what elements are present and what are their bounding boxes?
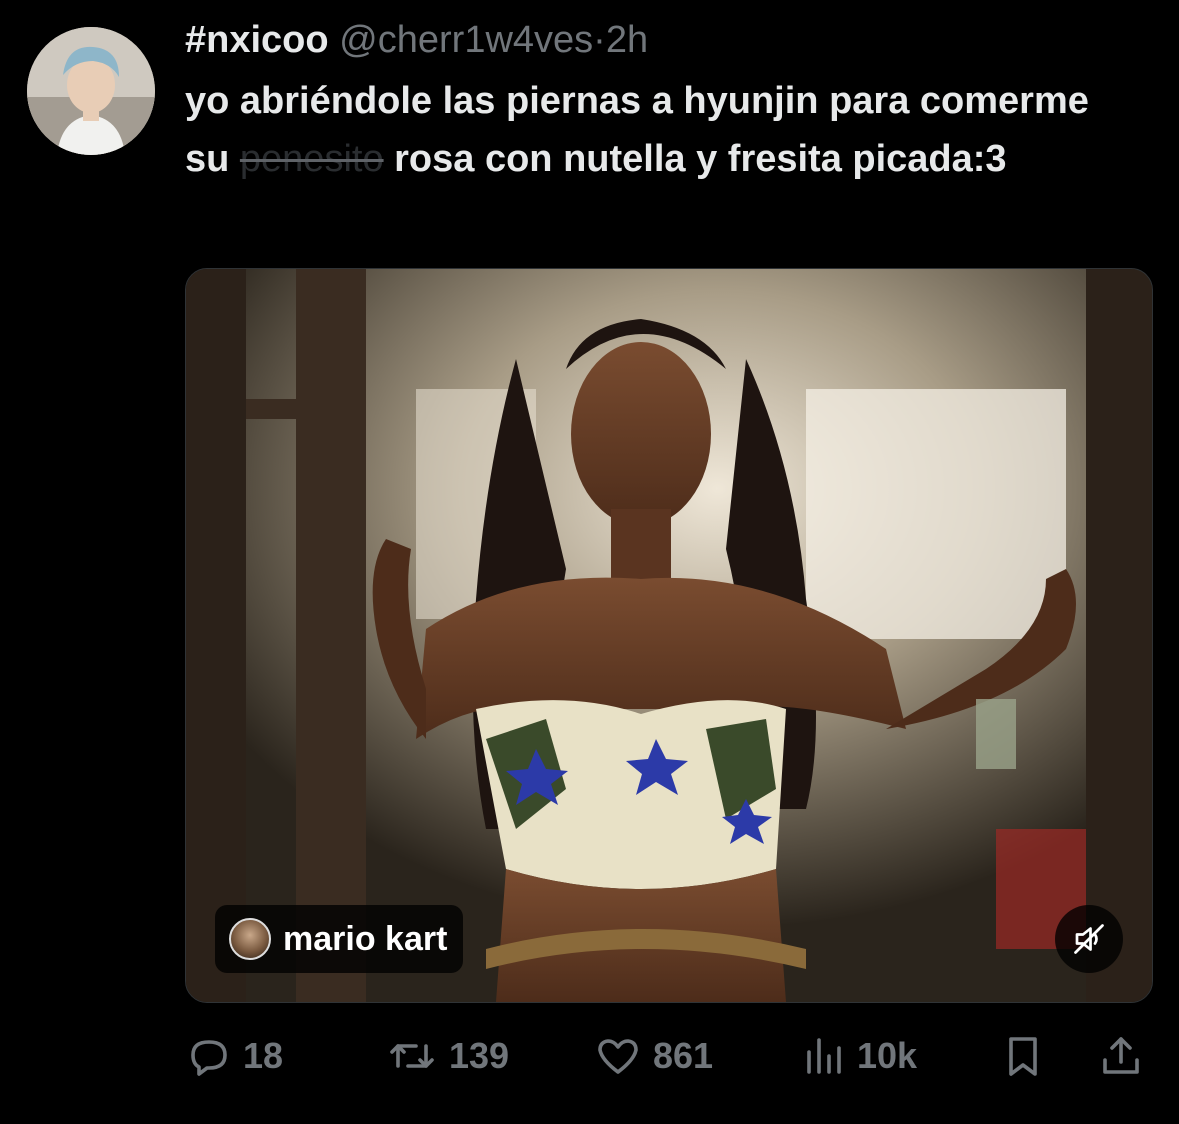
- reply-action[interactable]: 18: [185, 1028, 283, 1084]
- like-action[interactable]: 861: [593, 1028, 713, 1084]
- tweet: #nxicoo @cherr1w4ves·2h yo abriéndole la…: [0, 0, 1179, 1124]
- avatar-image: [27, 27, 155, 155]
- video-frame: [186, 269, 1152, 1002]
- reply-icon: [191, 1040, 227, 1076]
- tweet-text-struck: penesito: [239, 138, 384, 180]
- reply-count: 18: [243, 1035, 284, 1076]
- tweet-text-part2: rosa con nutella y fresita picada:3: [383, 138, 1007, 180]
- tweet-actions: 18 139 861 10k: [185, 1028, 1151, 1084]
- views-chart-icon: [807, 1038, 841, 1074]
- share-action[interactable]: [1097, 1028, 1145, 1084]
- audio-source-pill[interactable]: mario kart: [215, 905, 464, 973]
- mute-button[interactable]: [1055, 905, 1123, 973]
- timestamp[interactable]: 2h: [606, 19, 648, 61]
- display-name[interactable]: #nxicoo: [185, 19, 329, 61]
- share-icon: [1103, 1037, 1139, 1074]
- speaker-muted-icon: [1074, 924, 1104, 954]
- video-player[interactable]: mario kart: [185, 268, 1153, 1003]
- bookmark-icon: [1009, 1037, 1037, 1076]
- like-count: 861: [653, 1035, 714, 1076]
- views-action[interactable]: 10k: [799, 1028, 917, 1084]
- tweet-text: yo abriéndole las piernas a hyunjin para…: [185, 72, 1105, 188]
- audio-source-avatar: [229, 918, 271, 960]
- heart-icon: [598, 1039, 638, 1074]
- tweet-header: #nxicoo @cherr1w4ves·2h: [185, 18, 648, 62]
- bookmark-action[interactable]: [999, 1028, 1047, 1084]
- user-handle[interactable]: @cherr1w4ves: [339, 19, 593, 61]
- audio-source-label: mario kart: [283, 919, 448, 958]
- views-count: 10k: [857, 1035, 918, 1076]
- retweet-count: 139: [449, 1035, 510, 1076]
- author-avatar[interactable]: [27, 27, 155, 155]
- retweet-icon: [390, 1044, 434, 1068]
- retweet-action[interactable]: 139: [385, 1028, 509, 1084]
- separator-dot: ·: [593, 19, 606, 61]
